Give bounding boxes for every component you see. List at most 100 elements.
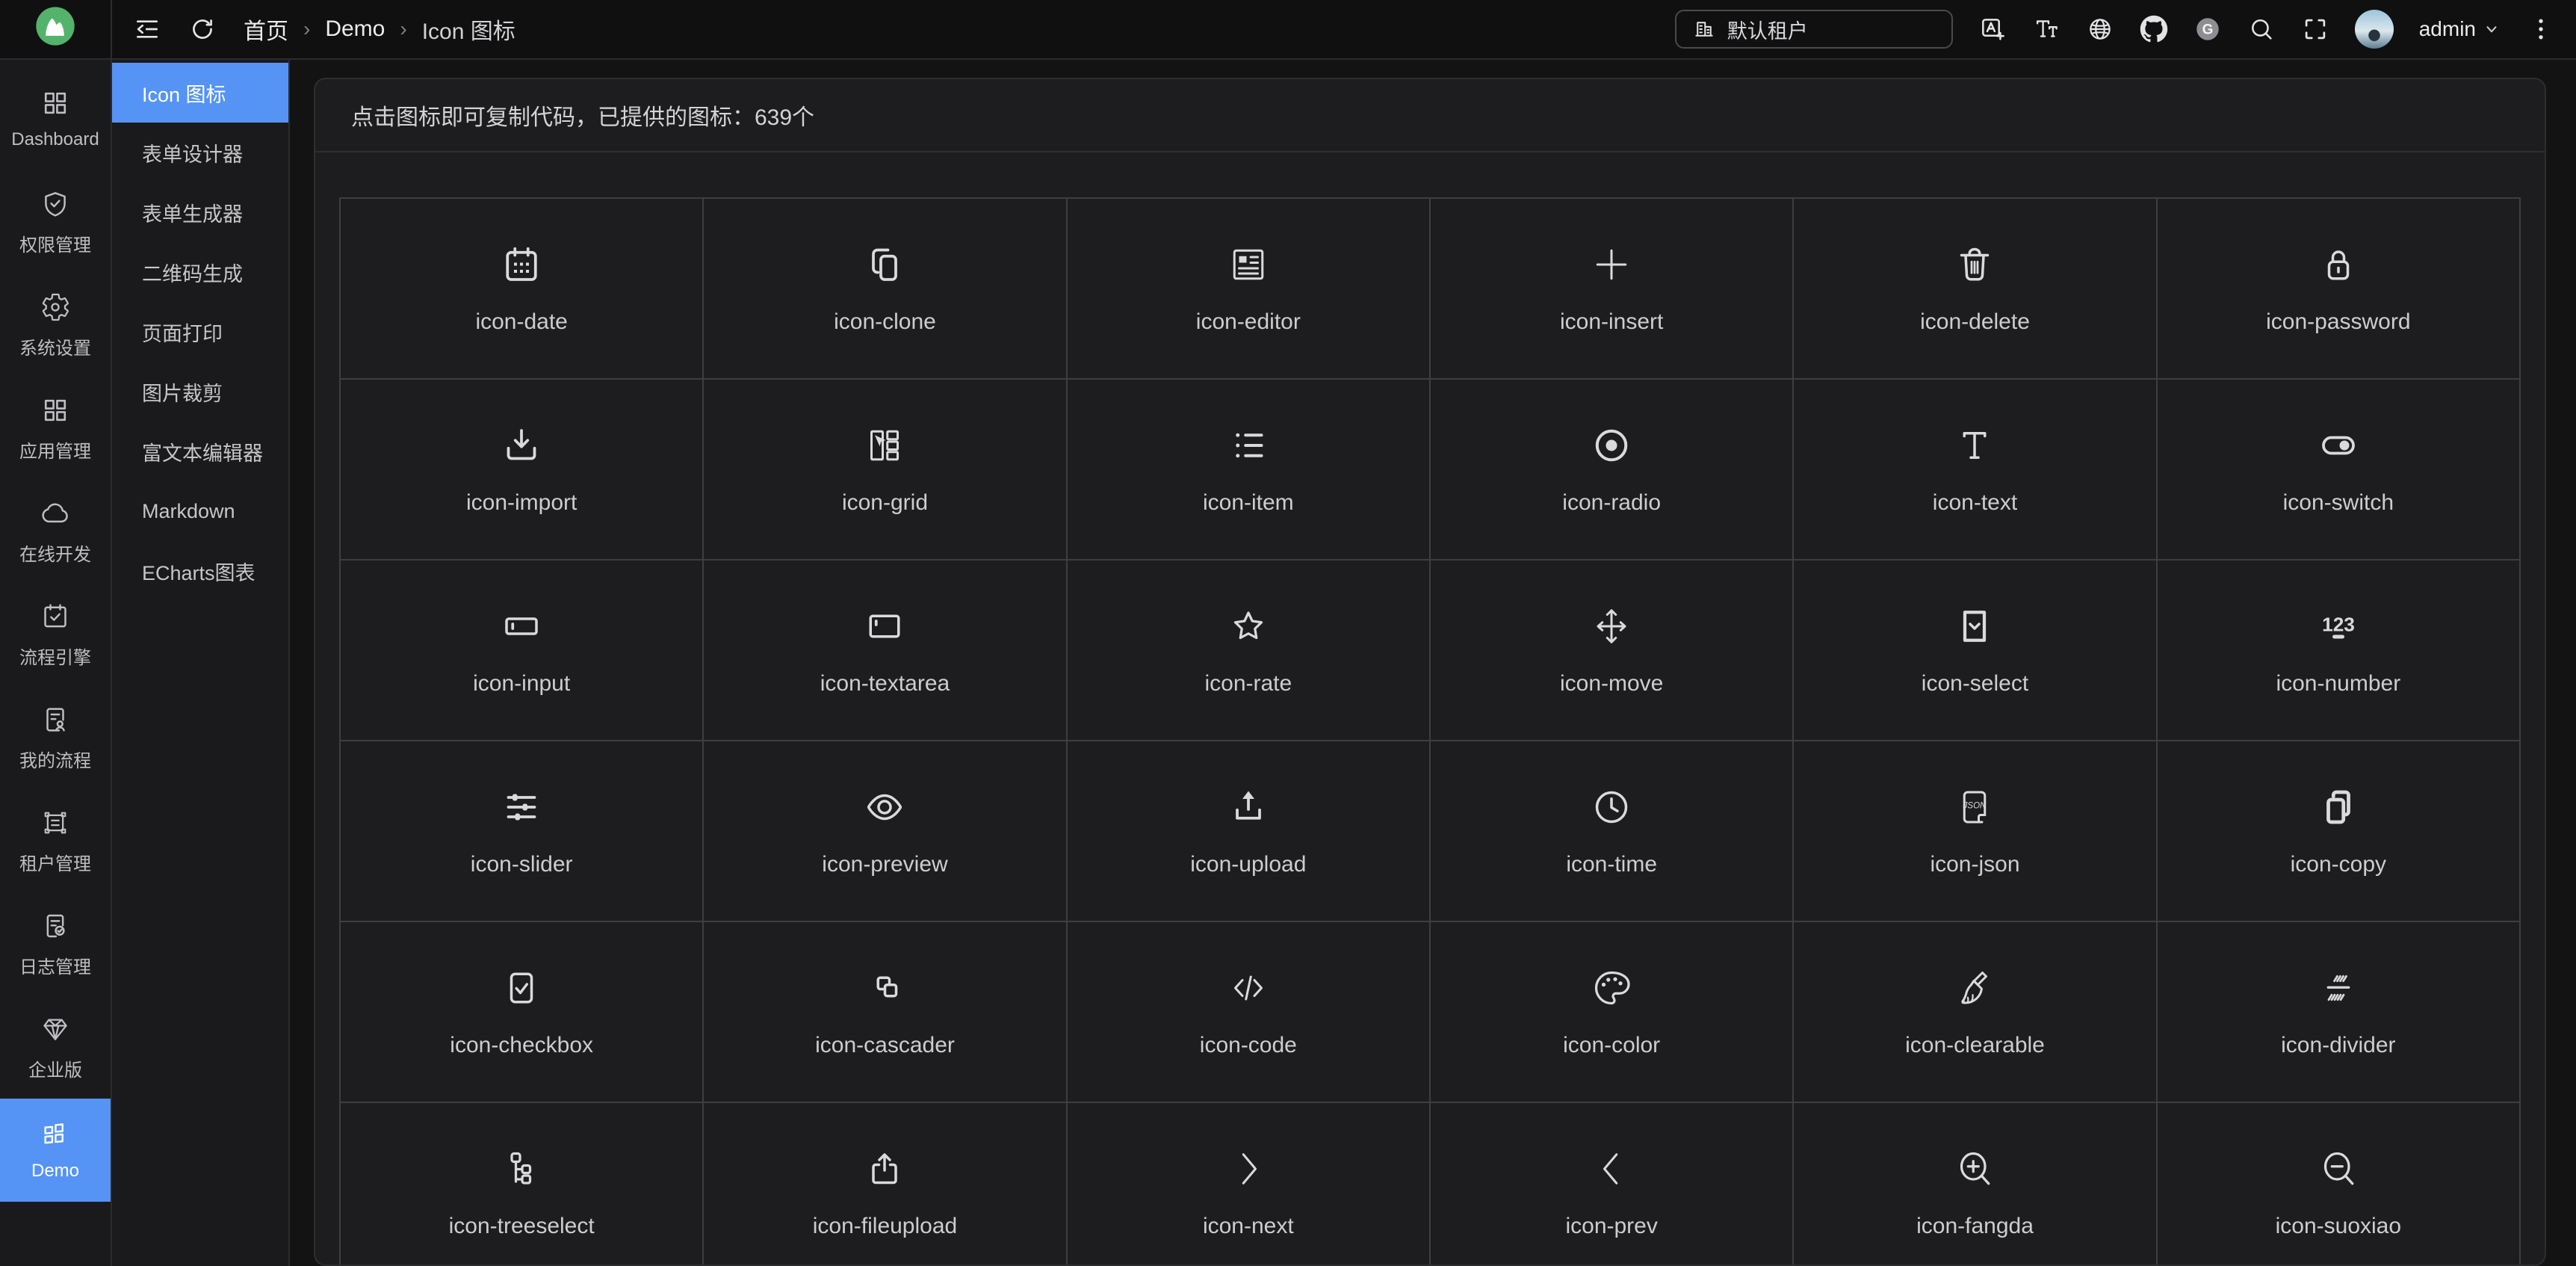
frame-icon (40, 807, 71, 839)
icon-cell-select[interactable]: icon-select (1794, 561, 2157, 741)
text-icon (1952, 423, 1997, 468)
submenu-item-echarts[interactable]: ECharts图表 (112, 541, 288, 601)
submenu-item-markdown[interactable]: Markdown (112, 481, 288, 541)
icon-cell-import[interactable]: icon-import (341, 380, 704, 561)
sidebar-item-online-dev[interactable]: 在线开发 (0, 480, 111, 583)
icon-cell-label: icon-insert (1560, 309, 1663, 335)
card-body: icon-dateicon-cloneicon-editor icon-inser… (315, 152, 2545, 1266)
fullscreen-icon[interactable] (2301, 15, 2329, 43)
sidebar-item-enterprise[interactable]: 企业版 (0, 995, 111, 1099)
user-menu[interactable]: admin (2419, 17, 2501, 41)
user-avatar[interactable] (2355, 10, 2394, 49)
icon-cell-editor[interactable]: icon-editor (1068, 199, 1431, 380)
sidebar-item-tenant[interactable]: 租户管理 (0, 789, 111, 892)
submenu-item-crop[interactable]: 图片裁剪 (112, 362, 288, 422)
calendar-check-icon (40, 601, 71, 632)
refresh-icon[interactable] (188, 15, 217, 43)
icon-cell-label: icon-move (1560, 671, 1663, 697)
submenu-item-icon[interactable]: Icon 图标 (112, 63, 288, 123)
icon-cell-upload[interactable]: icon-upload (1068, 741, 1431, 922)
icon-cell-fileupload[interactable]: icon-fileupload (704, 1103, 1067, 1266)
breadcrumb-home[interactable]: 首页 (244, 13, 288, 46)
treeselect-icon (499, 1146, 544, 1191)
icon-cell-next[interactable]: icon-next (1068, 1103, 1431, 1266)
sidebar-item-app[interactable]: 应用管理 (0, 377, 111, 480)
sidebar-item-label: Dashboard (11, 129, 99, 150)
icon-cell-grid[interactable]: icon-grid (704, 380, 1067, 561)
icon-cell-slider[interactable]: icon-slider (341, 741, 704, 922)
sidebar-item-system[interactable]: 系统设置 (0, 274, 111, 377)
icon-cell-insert[interactable]: icon-insert (1431, 199, 1794, 380)
json-icon: JSON (1952, 785, 1997, 830)
grid2x2-icon (40, 87, 71, 119)
sidebar-item-my-flow[interactable]: 我的流程 (0, 686, 111, 789)
icon-cell-code[interactable]: icon-code (1068, 922, 1431, 1103)
submenu-item-form-designer[interactable]: 表单设计器 (112, 123, 288, 182)
delete-icon (1952, 242, 1997, 287)
icon-cell-label: icon-item (1203, 490, 1294, 516)
icon-cell-copy[interactable]: icon-copy (2158, 741, 2521, 922)
select-icon (1952, 604, 1997, 649)
secondary-sidebar: Icon 图标表单设计器表单生成器二维码生成页面打印图片裁剪富文本编辑器Mark… (112, 60, 290, 1266)
icon-cell-text[interactable]: icon-text (1794, 380, 2157, 561)
sidebar-item-auth[interactable]: 权限管理 (0, 170, 111, 274)
icon-cell-preview[interactable]: icon-preview (704, 741, 1067, 922)
topbar: 首页 › Demo › Icon 图标 默认租户 G (0, 0, 2576, 60)
icon-cell-label: icon-json (1930, 852, 2019, 877)
icon-cell-delete[interactable]: icon-delete (1794, 199, 2157, 380)
globe-icon[interactable] (2086, 15, 2114, 43)
divider-icon (2316, 966, 2361, 1010)
icon-cell-treeselect[interactable]: icon-treeselect (341, 1103, 704, 1266)
code-icon (1226, 966, 1271, 1010)
icon-cell-date[interactable]: icon-date (341, 199, 704, 380)
icon-cell-password[interactable]: icon-password (2158, 199, 2521, 380)
svg-text:G: G (2202, 22, 2213, 38)
sidebar-item-workflow[interactable]: 流程引擎 (0, 583, 111, 686)
gitee-icon[interactable]: G (2193, 15, 2222, 43)
rate-icon (1226, 604, 1271, 649)
app-logo[interactable] (0, 0, 112, 58)
clearable-icon (1952, 966, 1997, 1010)
icon-cell-textarea[interactable]: icon-textarea (704, 561, 1067, 741)
more-options-icon[interactable] (2527, 15, 2555, 43)
collapse-sidebar-icon[interactable] (133, 15, 161, 43)
import-icon (499, 423, 544, 468)
tenant-selector[interactable]: 默认租户 (1675, 10, 1953, 49)
icon-cell-clearable[interactable]: icon-clearable (1794, 922, 2157, 1103)
submenu-item-richtext[interactable]: 富文本编辑器 (112, 422, 288, 481)
icon-cell-clone[interactable]: icon-clone (704, 199, 1067, 380)
font-size-icon[interactable] (2032, 15, 2061, 43)
icon-cell-move[interactable]: icon-move (1431, 561, 1794, 741)
sidebar-item-dashboard[interactable]: Dashboard (0, 67, 111, 170)
icon-cell-json[interactable]: JSON icon-json (1794, 741, 2157, 922)
icon-cell-time[interactable]: icon-time (1431, 741, 1794, 922)
icon-cell-color[interactable]: icon-color (1431, 922, 1794, 1103)
fangda-icon (1952, 1146, 1997, 1191)
sidebar-item-demo[interactable]: Demo (0, 1099, 111, 1202)
username-label: admin (2419, 17, 2476, 41)
icon-cell-label: icon-select (1922, 671, 2028, 697)
icon-cell-rate[interactable]: icon-rate (1068, 561, 1431, 741)
language-icon[interactable] (1978, 15, 2007, 43)
sidebar-item-log[interactable]: 日志管理 (0, 892, 111, 995)
search-icon[interactable] (2247, 15, 2276, 43)
icon-cell-switch[interactable]: icon-switch (2158, 380, 2521, 561)
github-icon[interactable] (2140, 15, 2168, 43)
breadcrumb-separator: › (303, 17, 310, 41)
main-content: 点击图标即可复制代码，已提供的图标：639个 icon-dateicon-clo… (290, 60, 2576, 1266)
icon-cell-number[interactable]: 123icon-number (2158, 561, 2521, 741)
icon-cell-checkbox[interactable]: icon-checkbox (341, 922, 704, 1103)
icon-cell-cascader[interactable]: icon-cascader (704, 922, 1067, 1103)
submenu-item-print[interactable]: 页面打印 (112, 302, 288, 362)
submenu-item-form-generator[interactable]: 表单生成器 (112, 182, 288, 242)
icon-cell-fangda[interactable]: icon-fangda (1794, 1103, 2157, 1266)
icon-cell-input[interactable]: icon-input (341, 561, 704, 741)
icon-cell-item[interactable]: icon-item (1068, 380, 1431, 561)
icon-cell-suoxiao[interactable]: icon-suoxiao (2158, 1103, 2521, 1266)
icon-cell-prev[interactable]: icon-prev (1431, 1103, 1794, 1266)
icon-cell-radio[interactable]: icon-radio (1431, 380, 1794, 561)
breadcrumb-demo[interactable]: Demo (325, 16, 385, 42)
submenu-item-qrcode[interactable]: 二维码生成 (112, 242, 288, 302)
icon-cell-divider[interactable]: icon-divider (2158, 922, 2521, 1103)
submenu-item-label: 图片裁剪 (142, 377, 223, 407)
